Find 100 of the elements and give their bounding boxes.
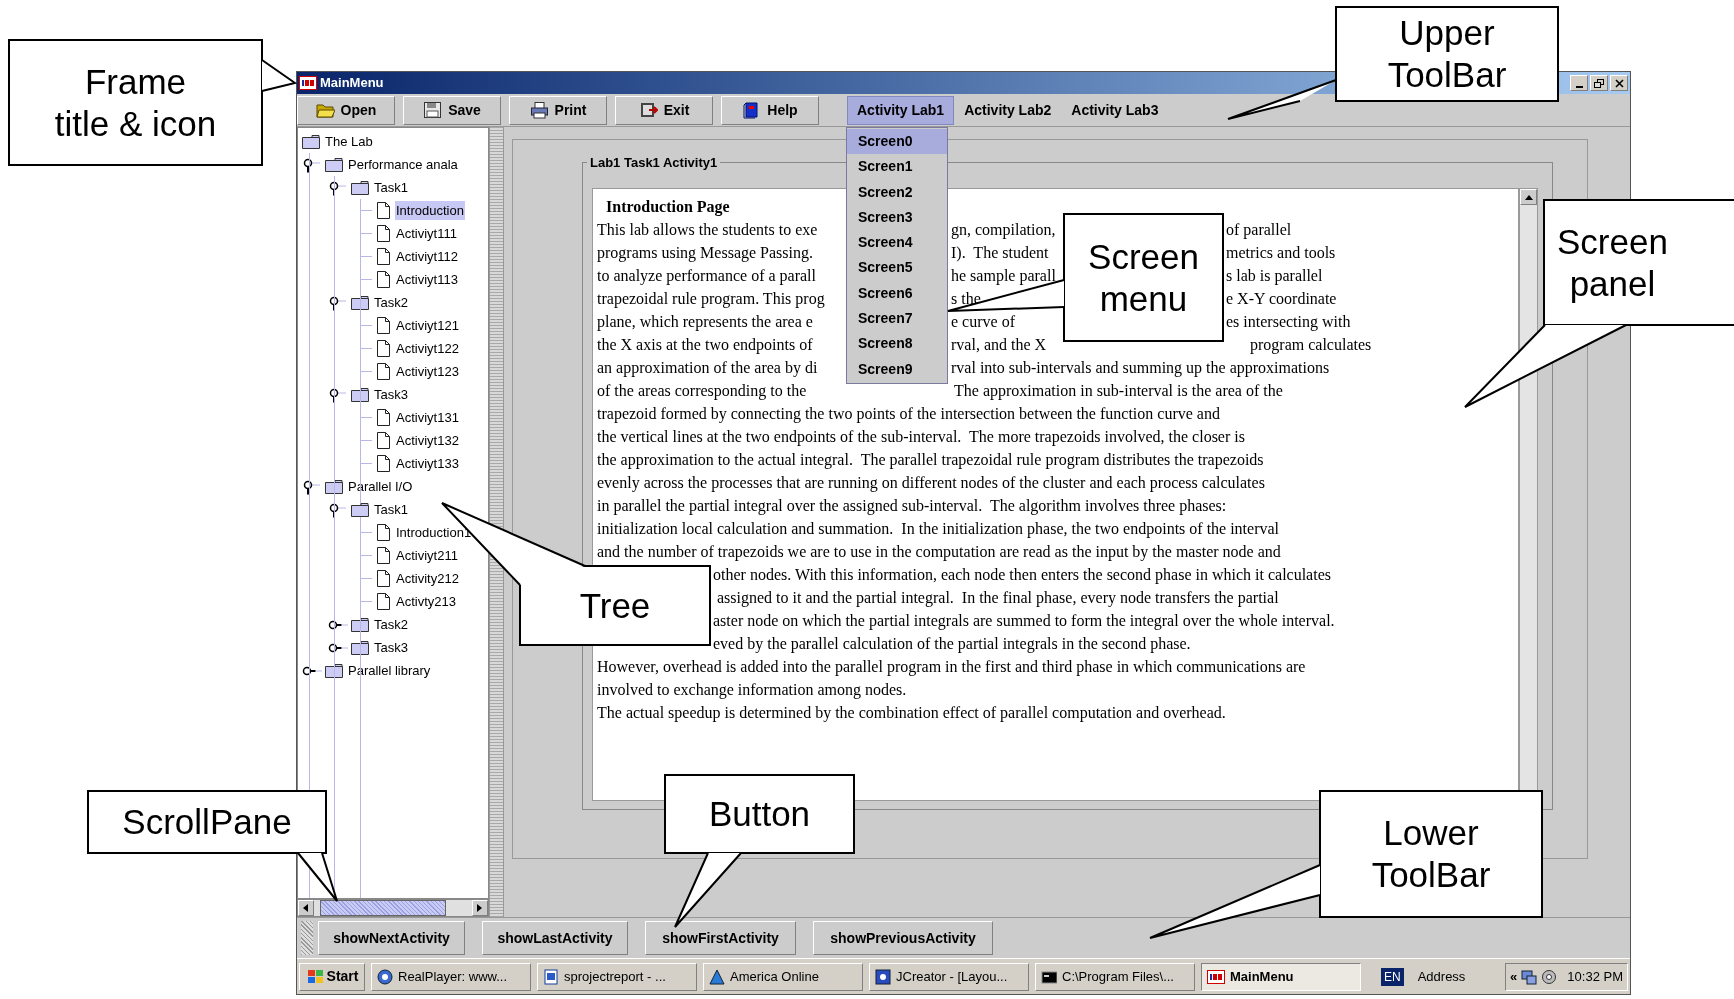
expanded-handle-icon[interactable] — [328, 386, 348, 403]
body-text: es intersecting with — [1226, 312, 1351, 333]
toolbar-button[interactable]: Exit — [615, 95, 713, 125]
menu-tab[interactable]: Activity Lab1 — [847, 95, 955, 125]
body-text: he sample parall — [951, 266, 1056, 287]
printer-icon — [529, 101, 549, 119]
tree-item[interactable]: Performance anala — [347, 154, 459, 175]
tree-item[interactable]: The Lab — [324, 131, 374, 152]
body-text: trapezoid formed by connecting the two points of the intersection between the function curve and — [597, 404, 1220, 425]
body-text: program calculates — [1250, 335, 1372, 356]
file-icon — [376, 454, 392, 473]
tree-item[interactable]: Activiyt123 — [395, 361, 460, 382]
tree-item[interactable]: Task3 — [373, 384, 409, 405]
menu-item[interactable]: Screen7 — [847, 306, 947, 332]
menu-item[interactable]: Screen1 — [847, 154, 947, 180]
toolbar-gripper[interactable] — [301, 921, 313, 955]
expanded-handle-icon[interactable] — [328, 179, 348, 196]
action-button[interactable]: showFirstActivity — [645, 921, 796, 955]
callout-pointer — [260, 58, 297, 93]
body-text: the X axis at the two endpoints of — [597, 335, 813, 356]
tree-item[interactable]: Activty213 — [395, 591, 457, 612]
body-text: This lab allows the students to exe — [597, 220, 818, 240]
scroll-up-button[interactable] — [1520, 189, 1537, 205]
file-icon — [376, 569, 392, 588]
body-text: initialization local calculation and summation. In the initialization phase, the two endpoints of the interval — [597, 519, 1280, 540]
tree-item[interactable]: Activiyt122 — [395, 338, 460, 359]
tree-item[interactable]: Activiyt112 — [395, 246, 459, 267]
tree-item[interactable]: Parallel library — [347, 660, 432, 681]
action-button[interactable]: showPreviousActivity — [813, 921, 993, 955]
toolbar-button[interactable]: Open — [297, 95, 395, 125]
folder-icon — [324, 662, 344, 679]
menu-tab[interactable]: Activity Lab2 — [954, 95, 1062, 125]
body-text: plane, which represents the area e — [597, 312, 813, 333]
horizontal-scrollbar[interactable] — [297, 899, 489, 917]
tree-item[interactable]: Task3 — [373, 637, 409, 658]
chevron-text[interactable]: « — [1510, 966, 1518, 987]
menu-item[interactable]: Screen5 — [847, 255, 947, 281]
taskbar-item[interactable]: America Online — [703, 962, 863, 991]
menu-item[interactable]: Screen2 — [847, 179, 947, 205]
page-heading: Introduction Page — [606, 197, 730, 218]
body-text: assigned to it and the partial integral. In the final phase, every node transfers the partial — [717, 588, 1279, 609]
tree-item[interactable]: Task1 — [373, 177, 409, 198]
tree-item[interactable]: Task1 — [373, 499, 409, 520]
scrollbar-thumb[interactable] — [320, 900, 446, 916]
tree-item[interactable]: Parallel I/O — [347, 476, 414, 497]
left-arrow-icon — [303, 904, 309, 912]
taskbar-item[interactable]: JCreator - [Layou... — [869, 962, 1029, 991]
action-button[interactable]: showNextActivity — [318, 921, 465, 955]
start-button[interactable]: Start — [299, 962, 365, 991]
callout: Tree — [519, 565, 711, 646]
monitor-icon[interactable] — [1521, 968, 1538, 985]
tree-item[interactable]: Activiyt133 — [395, 453, 460, 474]
body-text: eved by the parallel calculation of the partial integrals in the second phase. — [713, 634, 1191, 655]
tree-item[interactable]: Task2 — [373, 614, 409, 635]
disc-icon[interactable] — [1541, 968, 1558, 985]
file-icon — [376, 201, 392, 220]
taskbar-item[interactable]: RealPlayer: www... — [371, 962, 531, 991]
menu-item[interactable]: Screen3 — [847, 204, 947, 231]
menu-item[interactable]: Screen8 — [847, 331, 947, 357]
toolbar-button[interactable]: Save — [403, 95, 501, 125]
minimize-icon — [1575, 85, 1583, 88]
toolbar-button[interactable]: Help — [721, 95, 819, 125]
body-text: s lab is parallel — [1226, 266, 1323, 287]
taskbar-item[interactable]: C:\Program Files\... — [1035, 962, 1195, 991]
minimize-button[interactable] — [1570, 75, 1588, 91]
tree-item[interactable]: Activiyt211 — [395, 545, 459, 566]
body-text: the vertical lines at the two endpoints of the sub-interval. The more trapezoids involved, the closer is — [597, 427, 1245, 448]
tree-item[interactable]: Activiyt131 — [395, 407, 460, 428]
expanded-handle-icon[interactable] — [302, 478, 322, 495]
body-text: of the areas corresponding to the — [597, 381, 807, 402]
menu-item[interactable]: Screen9 — [847, 356, 947, 382]
action-button[interactable]: showLastActivity — [482, 921, 628, 955]
tree-item[interactable]: Activity212 — [395, 568, 460, 589]
menu-item[interactable]: Screen6 — [847, 280, 947, 307]
scroll-left-button[interactable] — [298, 900, 314, 916]
file-icon — [376, 546, 392, 565]
taskbar-item[interactable]: MainMenu — [1201, 962, 1361, 991]
tree-item[interactable]: Activiyt121 — [395, 315, 460, 336]
menu-tab[interactable]: Activity Lab3 — [1061, 95, 1169, 125]
tree-item[interactable]: Introduction — [395, 200, 465, 221]
toolbar-button[interactable]: Print — [509, 95, 607, 125]
body-text: The actual speedup is determined by the combination effect of parallel computation and overhead. — [597, 703, 1226, 724]
folder-icon — [350, 179, 370, 196]
scroll-right-button[interactable] — [472, 900, 488, 916]
restore-button[interactable] — [1590, 75, 1608, 91]
menu-item[interactable]: Screen4 — [847, 230, 947, 256]
close-button[interactable] — [1610, 75, 1628, 91]
taskbar-item[interactable]: sprojectreport - ... — [537, 962, 697, 991]
expanded-handle-icon[interactable] — [328, 294, 348, 311]
expanded-handle-icon[interactable] — [302, 156, 322, 173]
tree-item[interactable]: Activiyt111 — [395, 223, 458, 244]
clock: 10:32 PM — [1567, 967, 1623, 986]
tree-item[interactable]: Activiyt132 — [395, 430, 460, 451]
menu-item[interactable]: Screen0 — [847, 129, 947, 155]
tree-item[interactable]: Activiyt113 — [395, 269, 459, 290]
tree-item[interactable]: Task2 — [373, 292, 409, 313]
language-indicator[interactable]: EN — [1381, 967, 1404, 986]
body-text: I). The student — [951, 243, 1049, 263]
expanded-handle-icon[interactable] — [328, 501, 348, 518]
restore-icon — [1594, 78, 1604, 88]
